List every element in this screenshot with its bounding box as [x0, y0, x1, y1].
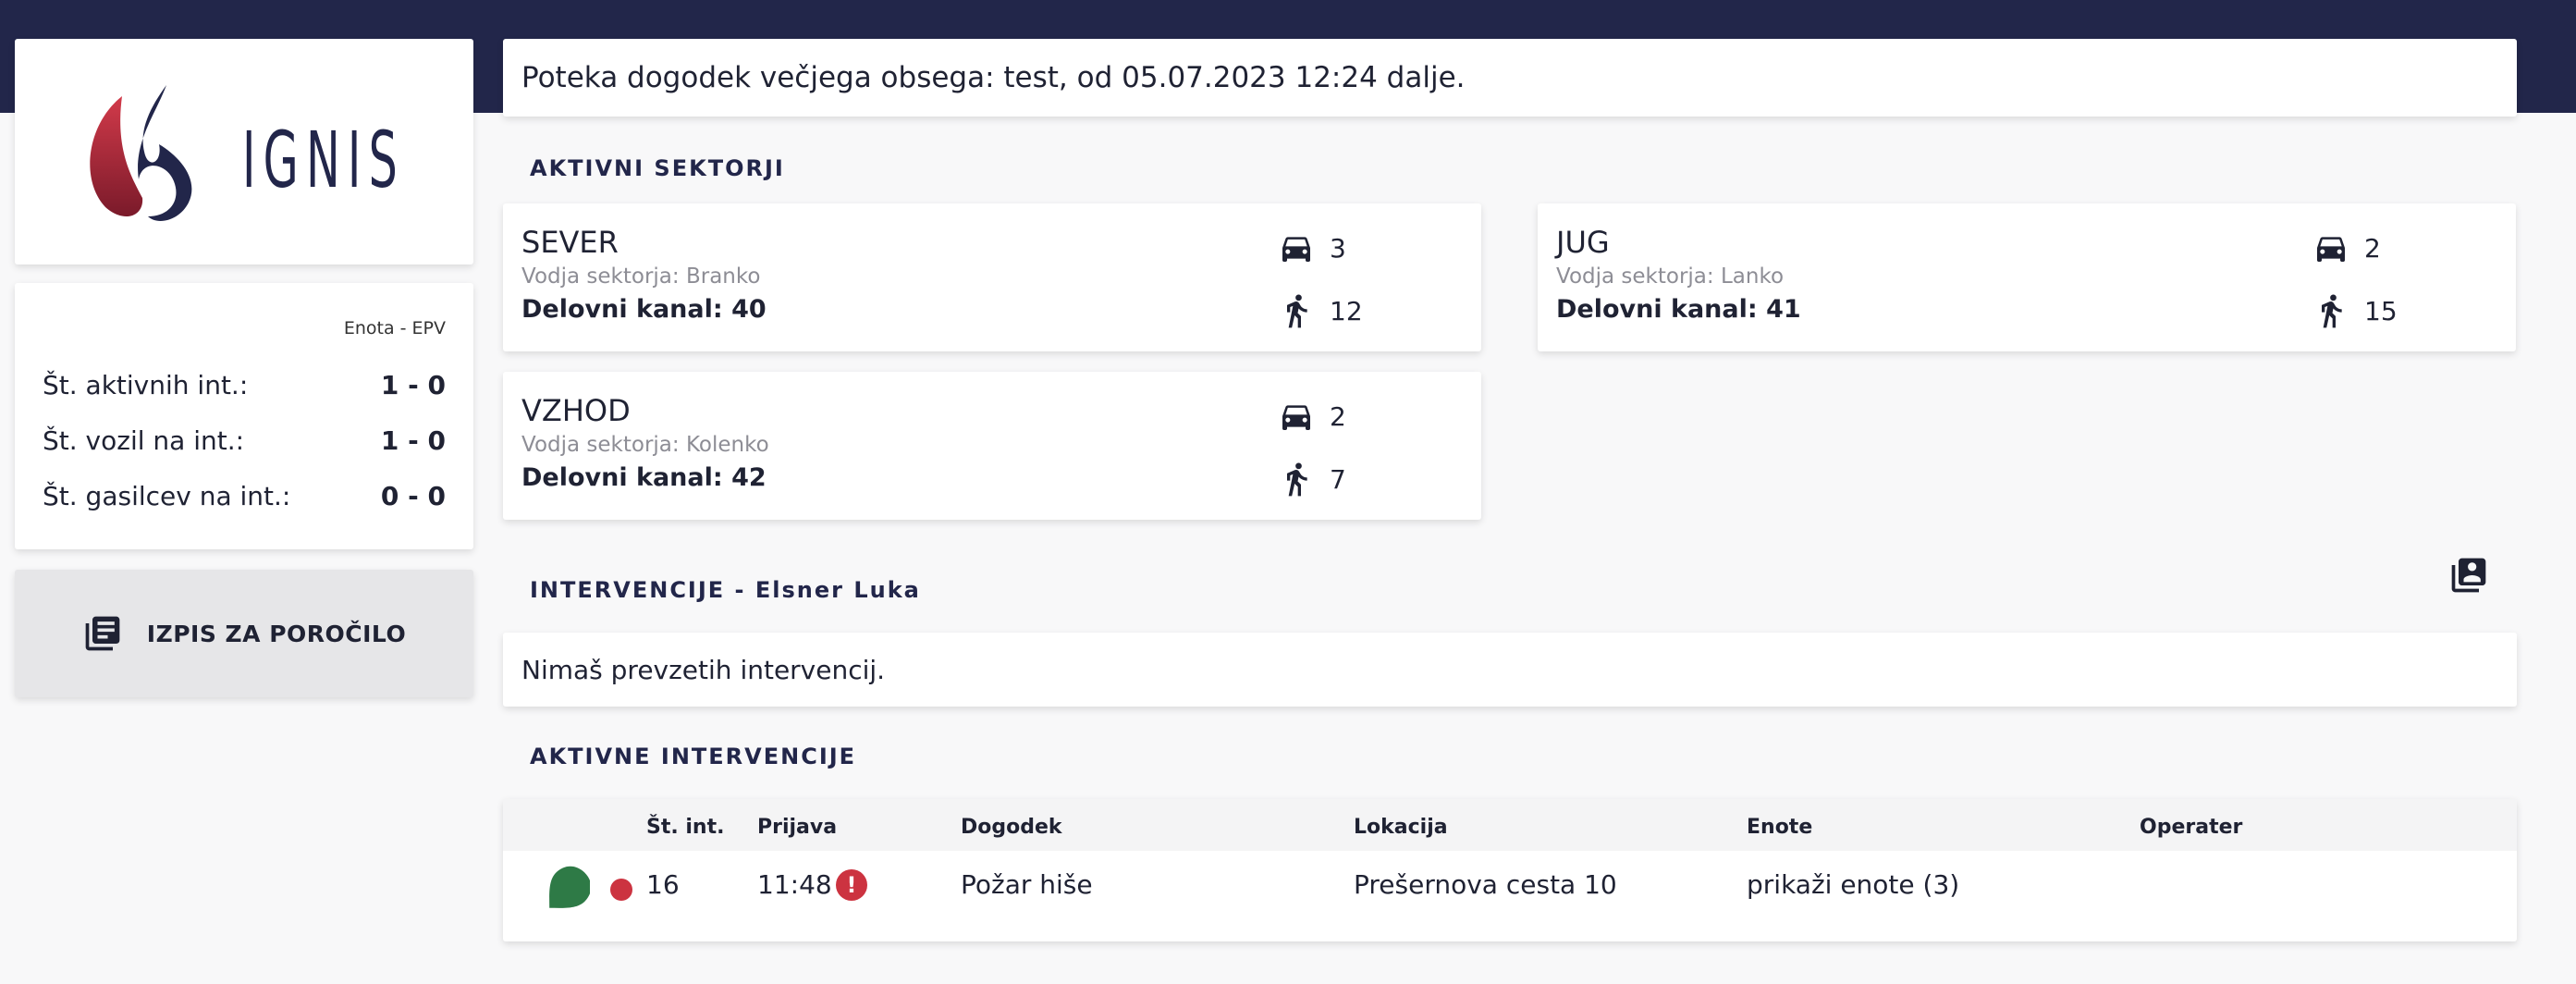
status-dot-icon [610, 879, 632, 901]
page-title: Poteka dogodek večjega obsega: test, od … [503, 39, 2517, 117]
stats-card: Enota - EPV Št. aktivnih int.: 1 - 0 Št.… [15, 283, 473, 549]
report-list-icon [85, 616, 120, 651]
column-header-event[interactable]: Dogodek [961, 816, 1062, 839]
logo-text: IGNIS [242, 115, 405, 205]
sectors-heading: AKTIVNI SEKTORJI [530, 155, 785, 181]
show-units-link[interactable]: prikaži enote (3) [1747, 869, 1959, 900]
vehicle-count-value: 3 [1330, 232, 1346, 264]
column-header-operator[interactable]: Operater [2140, 816, 2242, 839]
ignis-logo: IGNIS [90, 85, 405, 221]
page-title-text: Poteka dogodek večjega obsega: test, od … [521, 61, 1466, 94]
sector-card-jug[interactable]: JUG Vodja sektorja: Lanko Delovni kanal:… [1538, 203, 2516, 351]
person-walking-icon [1287, 462, 1307, 497]
report-button[interactable]: IZPIS ZA POROČILO [15, 570, 473, 697]
sector-stats: 2 7 [1278, 392, 1346, 518]
table-header: Št. int. Prijava Dogodek Lokacija Enote … [503, 799, 2517, 851]
report-button-label: IZPIS ZA POROČILO [146, 620, 407, 647]
firefighter-count-value: 15 [2364, 295, 2398, 326]
no-interventions-notice: Nimaš prevzetih intervencij. [503, 633, 2517, 707]
sector-card-sever[interactable]: SEVER Vodja sektorja: Branko Delovni kan… [503, 203, 1481, 351]
map-marker-icon [549, 866, 590, 908]
vehicle-count: 3 [1278, 224, 1363, 272]
car-icon [1282, 405, 1310, 430]
intervention-event: Požar hiše [961, 869, 1093, 900]
sector-card-vzhod[interactable]: VZHOD Vodja sektorja: Kolenko Delovni ka… [503, 372, 1481, 520]
person-walking-icon [1287, 294, 1307, 328]
alert-icon: ! [836, 869, 867, 901]
person-walking-icon [2322, 294, 2342, 328]
car-icon [2317, 237, 2345, 262]
assignment-icon[interactable] [2448, 555, 2489, 599]
logo-card: IGNIS [15, 39, 473, 264]
sector-stats: 2 15 [2312, 224, 2398, 350]
vehicle-count: 2 [1278, 392, 1346, 440]
column-header-units[interactable]: Enote [1747, 816, 1812, 839]
stat-label: Št. gasilcev na int.: [43, 480, 291, 511]
sector-stats: 3 12 [1278, 224, 1363, 350]
stat-row-active-interventions: Št. aktivnih int.: 1 - 0 [43, 357, 446, 412]
no-interventions-text: Nimaš prevzetih intervencij. [521, 654, 886, 685]
intervention-location: Prešernova cesta 10 [1354, 869, 1617, 900]
firefighter-count: 12 [1278, 287, 1363, 335]
firefighter-count: 15 [2312, 287, 2398, 335]
my-interventions-heading: INTERVENCIJE - Elsner Luka [530, 577, 921, 603]
stats-unit-label: Enota - EPV [343, 318, 446, 338]
stat-row-vehicles: Št. vozil na int.: 1 - 0 [43, 412, 446, 468]
column-header-reported[interactable]: Prijava [757, 816, 837, 839]
column-header-location[interactable]: Lokacija [1354, 816, 1448, 839]
column-header-number[interactable]: Št. int. [646, 816, 724, 839]
intervention-reported-time: 11:48 [757, 869, 832, 900]
active-interventions-table: Št. int. Prijava Dogodek Lokacija Enote … [503, 799, 2517, 941]
stat-row-firefighters: Št. gasilcev na int.: 0 - 0 [43, 468, 446, 523]
stat-label: Št. aktivnih int.: [43, 369, 249, 400]
active-interventions-heading: AKTIVNE INTERVENCIJE [530, 744, 857, 769]
stat-value: 1 - 0 [380, 369, 446, 400]
stat-label: Št. vozil na int.: [43, 424, 245, 456]
vehicle-count: 2 [2312, 224, 2398, 272]
firefighter-count-value: 12 [1330, 295, 1363, 326]
vehicle-count-value: 2 [2364, 232, 2381, 264]
intervention-number: 16 [646, 869, 680, 900]
vehicle-count-value: 2 [1330, 400, 1346, 432]
firefighter-count: 7 [1278, 455, 1346, 503]
car-icon [1282, 237, 1310, 262]
stat-value: 1 - 0 [380, 424, 446, 456]
stat-value: 0 - 0 [380, 480, 446, 511]
firefighter-count-value: 7 [1330, 463, 1346, 495]
